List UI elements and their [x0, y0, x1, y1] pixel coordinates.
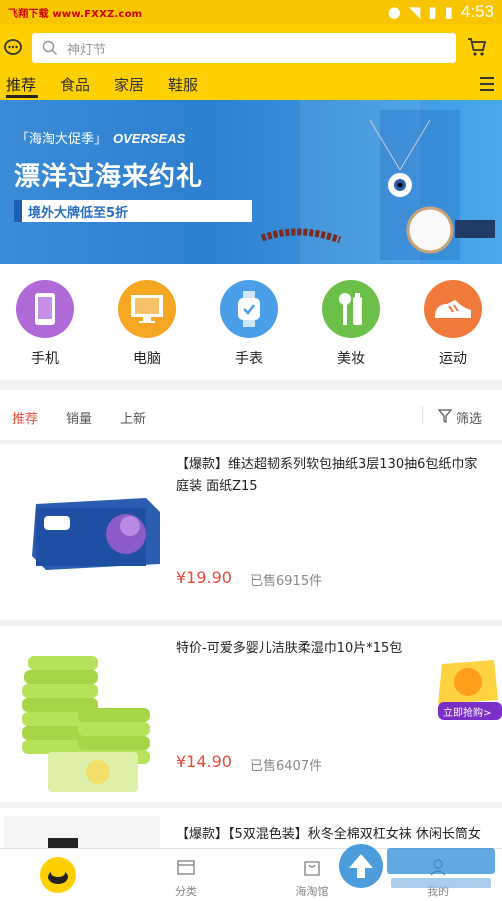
watermark-text: 飞翔下载 www.FXXZ.com [8, 8, 143, 20]
cart-icon[interactable] [466, 36, 488, 58]
battery-icon: ▮ [444, 3, 453, 21]
message-icon[interactable] [4, 38, 22, 56]
status-icons: ● ◥ ▮ ▮ 4:53 [388, 2, 494, 22]
sort-sales[interactable]: 销量 [66, 408, 92, 427]
product-card[interactable]: 【爆款】维达超韧系列软包抽纸3层130抽6包纸巾家庭装 面纸Z15 ¥19.90… [0, 444, 502, 620]
wifi-icon: ◥ [408, 3, 421, 21]
banner-subtitle-bar: 境外大牌低至5折 [14, 200, 252, 222]
shortcut-sports[interactable]: 运动 [423, 280, 483, 368]
tab-category[interactable]: 分类 [146, 849, 226, 899]
active-tab-indicator [6, 95, 38, 98]
tab-home[interactable]: 家居 [114, 74, 144, 95]
product-price: ¥14.90 [176, 752, 232, 771]
sneaker-icon [424, 280, 482, 338]
category-tabs: 推荐 食品 家居 鞋服 [0, 70, 502, 100]
promo-banner[interactable]: 「海淘大促季」 OVERSEAS 漂洋过海来约礼 境外大牌低至5折 [0, 100, 502, 264]
menu-icon[interactable] [480, 77, 494, 91]
signal-icon: ▮ [428, 3, 437, 21]
promo-badge[interactable]: 立即抢购> [434, 660, 502, 722]
shopping-bag-icon [304, 861, 320, 876]
search-input[interactable]: 神灯节 [32, 33, 456, 63]
shortcut-cosmetics[interactable]: 美妆 [321, 280, 381, 368]
product-image [32, 498, 160, 570]
filter-icon[interactable] [438, 409, 452, 423]
monitor-icon [118, 280, 176, 338]
divider [422, 406, 423, 424]
product-image [22, 656, 150, 792]
watch-icon [220, 280, 278, 338]
sort-filter-bar: 推荐 销量 上新 筛选 [0, 390, 502, 440]
shortcut-phone[interactable]: 手机 [15, 280, 75, 368]
tab-recommend[interactable]: 推荐 [6, 74, 36, 95]
cosmetics-icon [322, 280, 380, 338]
product-price: ¥19.90 [176, 568, 232, 587]
banner-tag: 「海淘大促季」 OVERSEAS [16, 131, 186, 147]
phone-icon [16, 280, 74, 338]
sort-recommend[interactable]: 推荐 [12, 408, 38, 427]
home-icon [40, 857, 76, 893]
sort-new[interactable]: 上新 [120, 408, 146, 427]
tab-home-main[interactable] [18, 849, 98, 893]
banner-subtitle: 境外大牌低至5折 [28, 206, 129, 221]
search-icon [42, 40, 58, 56]
clock: 4:53 [460, 2, 494, 21]
tab-food[interactable]: 食品 [60, 74, 90, 95]
badge-label: 立即抢购> [443, 708, 492, 719]
status-bar: 飞翔下载 www.FXXZ.com ● ◥ ▮ ▮ 4:53 [0, 0, 502, 24]
category-icon [177, 860, 195, 875]
tab-apparel[interactable]: 鞋服 [168, 74, 198, 95]
category-shortcuts: 手机 电脑 手表 美妆 运动 [0, 264, 502, 380]
location-icon: ● [387, 3, 401, 21]
search-placeholder: 神灯节 [67, 43, 107, 58]
shortcut-computer[interactable]: 电脑 [117, 280, 177, 368]
product-title: 【爆款】维达超韧系列软包抽纸3层130抽6包纸巾家庭装 面纸Z15 [176, 457, 478, 494]
site-watermark-logo [339, 844, 495, 888]
product-sold: 已售6407件 [250, 759, 323, 774]
product-sold: 已售6915件 [250, 574, 323, 589]
product-card[interactable]: 特价-可爱多婴儿洁肤柔湿巾10片*15包 立即抢购> ¥14.90 已售6407… [0, 626, 502, 802]
product-image [4, 816, 160, 848]
banner-title: 漂洋过海来约礼 [14, 162, 204, 192]
app-header: 神灯节 推荐 食品 家居 鞋服 [0, 24, 502, 100]
product-title: 特价-可爱多婴儿洁肤柔湿巾10片*15包 [176, 641, 403, 656]
filter-button[interactable]: 筛选 [456, 408, 482, 427]
search-row: 神灯节 [0, 24, 502, 70]
shortcut-watch[interactable]: 手表 [219, 280, 279, 368]
